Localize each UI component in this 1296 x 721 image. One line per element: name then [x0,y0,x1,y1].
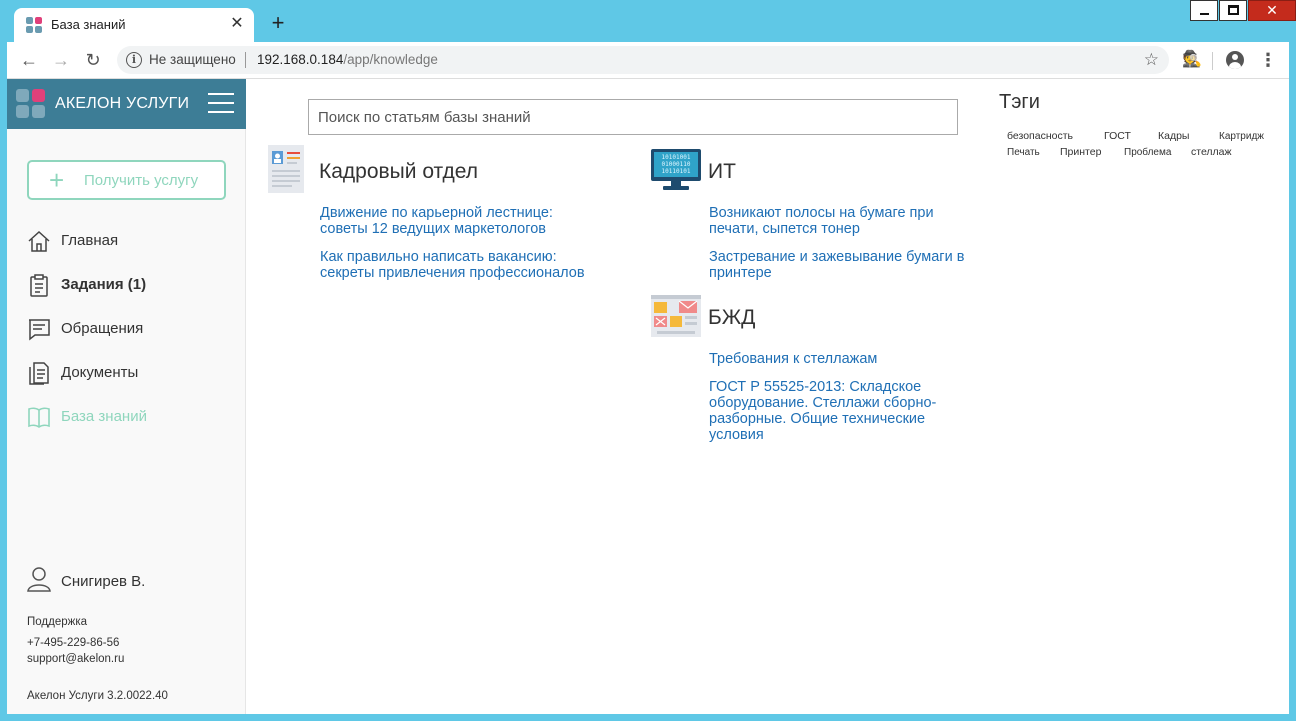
plus-icon: + [49,165,65,195]
new-tab-button[interactable]: + [268,12,288,34]
sidebar-item-label: Главная [61,232,119,249]
knowledge-search[interactable] [308,99,958,135]
close-window-button[interactable]: ✕ [1248,0,1296,21]
svg-text:10110101: 10110101 [662,168,691,175]
app-version: Акелон Услуги 3.2.0022.40 [27,690,168,702]
tag-link[interactable]: безопасность [1007,130,1073,142]
section-title: ИТ [708,160,736,183]
close-icon: ✕ [1266,2,1278,18]
tag-link[interactable]: Принтер [1060,146,1101,158]
tag-link[interactable]: Картридж [1219,131,1264,142]
article-link[interactable]: Движение по карьерной лестнице: советы 1… [320,205,590,237]
brand-logo-icon[interactable] [16,89,46,119]
account-icon[interactable] [1226,51,1244,69]
sidebar-item-knowledge-base[interactable]: База знаний [27,403,237,433]
kebab-menu-icon[interactable]: ⋮ [1259,51,1277,69]
sidebar-item-label: Документы [61,364,139,381]
forward-arrow-icon[interactable]: → [51,50,71,70]
monitor-icon: 10101001 01000110 10110101 [651,149,701,190]
info-icon[interactable]: i [126,52,142,68]
toolbar-separator [1212,52,1213,70]
sidebar-item-label: База знаний [61,408,147,425]
browser-toolbar: ← → ↻ i Не защищено 192.168.0.184/app/kn… [7,42,1289,79]
main-content: Кадровый отдел Движение по карьерной лес… [247,79,989,714]
document-icon [29,362,49,385]
sidebar: АКЕЛОН УСЛУГИ + Получить услугу Главная … [7,79,246,714]
url-host: 192.168.0.184 [257,52,344,67]
maximize-button[interactable] [1219,0,1247,21]
url-text[interactable]: 192.168.0.184/app/knowledge [257,52,438,67]
hr-card-icon [268,145,304,193]
security-label[interactable]: Не защищено [149,52,236,67]
tags-title: Тэги [999,91,1040,113]
user-icon [27,567,51,592]
sidebar-item-tasks[interactable]: Задания (1) [27,271,237,301]
section-hr: Кадровый отдел Движение по карьерной лес… [268,145,598,305]
brand-name[interactable]: АКЕЛОН УСЛУГИ [55,95,189,113]
window-controls: ✕ [1190,0,1296,21]
user-name: Снигирев В. [61,573,146,590]
message-icon [29,319,50,341]
get-service-button[interactable]: + Получить услугу [27,160,226,200]
svg-text:01000110: 01000110 [662,161,691,168]
sidebar-item-label: Задания (1) [61,276,147,293]
minimize-icon [1200,13,1209,15]
support-title: Поддержка [27,616,87,628]
browser-tab[interactable]: База знаний ✕ [14,8,254,42]
tag-link[interactable]: стеллаж [1191,146,1232,158]
sidebar-item-label: Обращения [61,320,144,337]
tags-panel: Тэги безопасность ГОСТ Кадры Картридж Пе… [990,79,1289,714]
safety-icon [651,295,701,337]
page: АКЕЛОН УСЛУГИ + Получить услугу Главная … [7,79,1289,714]
article-link[interactable]: Возникают полосы на бумаге при печати, с… [709,205,969,237]
section-safety: БЖД Требования к стеллажам ГОСТ Р 55525-… [651,295,981,455]
support-phone[interactable]: +7-495-229-86-56 [27,637,119,649]
url-path: /app/knowledge [343,52,438,67]
article-link[interactable]: Требования к стеллажам [709,351,969,367]
sidebar-item-home[interactable]: Главная [27,227,237,257]
tag-link[interactable]: Печать [1007,147,1040,158]
search-input[interactable] [309,100,957,134]
get-service-label: Получить услугу [84,172,199,189]
tag-link[interactable]: Кадры [1158,130,1189,142]
user-profile[interactable]: Снигирев В. [27,566,227,596]
tab-title: База знаний [51,17,126,32]
minimize-button[interactable] [1190,0,1218,21]
bookmark-star-icon[interactable]: ☆ [1144,50,1159,70]
book-icon [28,407,50,428]
support-email[interactable]: support@akelon.ru [27,653,124,665]
article-link[interactable]: Застревание и зажевывание бумаги в принт… [709,249,969,281]
maximize-icon [1228,5,1239,15]
svg-text:10101001: 10101001 [662,154,691,161]
address-bar[interactable]: i Не защищено 192.168.0.184/app/knowledg… [117,46,1169,74]
home-icon [28,230,50,252]
clipboard-icon [30,274,48,297]
brand-header: АКЕЛОН УСЛУГИ [7,79,246,129]
tag-link[interactable]: ГОСТ [1104,130,1131,142]
address-separator [245,52,246,68]
extension-icon[interactable]: 🕵 [1182,51,1202,69]
tag-link[interactable]: Проблема [1124,147,1171,158]
sidebar-item-requests[interactable]: Обращения [27,315,237,345]
tab-close-icon[interactable]: ✕ [228,15,246,33]
hamburger-menu-icon[interactable] [208,92,234,114]
sidebar-item-documents[interactable]: Документы [27,359,237,389]
section-it: 10101001 01000110 10110101 ИТ Возникают … [651,149,981,281]
section-title: БЖД [708,306,756,329]
back-arrow-icon[interactable]: ← [19,50,39,70]
reload-icon[interactable]: ↻ [83,50,103,70]
article-link[interactable]: ГОСТ Р 55525-2013: Складское оборудовани… [709,379,957,443]
section-title: Кадровый отдел [319,160,478,183]
article-link[interactable]: Как правильно написать вакансию: секреты… [320,249,590,281]
app-favicon-icon [26,17,42,33]
